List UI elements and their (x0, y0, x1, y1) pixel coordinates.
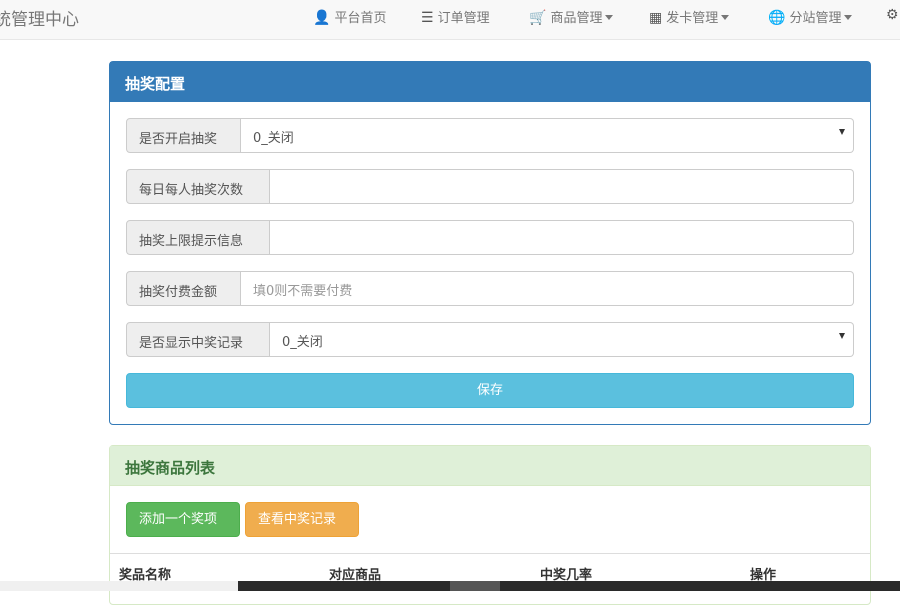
daily-draws-label: 每日每人抽奖次数 (126, 169, 270, 204)
globe-icon: 🌐 (768, 10, 786, 26)
taskbar-segment (450, 581, 500, 591)
user-icon: 👤 (313, 10, 331, 26)
view-records-button[interactable]: 查看中奖记录 (245, 502, 359, 537)
show-records-group: 是否显示中奖记录 0_关闭 (126, 322, 854, 357)
show-records-value: 0_关闭 (282, 335, 323, 350)
caret-down-icon (721, 15, 730, 20)
caret-down-icon (605, 15, 614, 20)
nav-products[interactable]: 🛒 商品管理 (529, 7, 614, 27)
save-button[interactable]: 保存 (126, 373, 854, 408)
daily-draws-group: 每日每人抽奖次数 (126, 169, 854, 204)
limit-message-input[interactable] (270, 220, 854, 255)
select-arrow-icon (839, 333, 845, 339)
caret-down-icon (844, 15, 853, 20)
cart-icon: 🛒 (529, 10, 547, 26)
gear-icon: ⚙ (886, 7, 899, 23)
draw-fee-input[interactable]: 填0则不需要付费 (241, 271, 854, 306)
nav-products-label: 商品管理 (550, 11, 603, 26)
draw-fee-label: 抽奖付费金额 (126, 271, 241, 306)
lottery-config-panel: 抽奖配置 是否开启抽奖 0_关闭 每日每人抽奖次数 抽奖上限提示信息 抽奖付费金… (109, 61, 871, 425)
enable-lottery-label: 是否开启抽奖 (126, 118, 241, 153)
show-records-select[interactable]: 0_关闭 (270, 322, 854, 357)
draw-fee-group: 抽奖付费金额 填0则不需要付费 (126, 271, 854, 306)
daily-draws-input[interactable] (270, 169, 854, 204)
list-icon: ☰ (421, 10, 434, 26)
brand-title[interactable]: 统管理中心 (0, 5, 79, 30)
nav-home[interactable]: 👤 平台首页 (313, 7, 386, 27)
limit-message-label: 抽奖上限提示信息 (126, 220, 270, 255)
config-panel-title: 抽奖配置 (110, 62, 870, 102)
enable-lottery-value: 0_关闭 (253, 131, 294, 146)
enable-lottery-group: 是否开启抽奖 0_关闭 (126, 118, 854, 153)
nav-home-label: 平台首页 (334, 11, 387, 26)
nav-settings[interactable]: ⚙ (886, 7, 900, 27)
prize-panel-title: 抽奖商品列表 (110, 446, 870, 486)
top-navbar: 统管理中心 👤 平台首页 ☰ 订单管理 🛒 商品管理 ▦ 发卡管理 🌐 分站管理 ⚙ (0, 0, 900, 40)
nav-orders-label: 订单管理 (437, 11, 490, 26)
nav-cards[interactable]: ▦ 发卡管理 (649, 7, 730, 27)
add-prize-button[interactable]: 添加一个奖项 (126, 502, 240, 537)
enable-lottery-select[interactable]: 0_关闭 (241, 118, 854, 153)
taskbar (0, 581, 900, 591)
show-records-label: 是否显示中奖记录 (126, 322, 270, 357)
nav-substations-label: 分站管理 (789, 11, 842, 26)
prize-table-header: 奖品名称 对应商品 中奖几率 操作 (110, 553, 870, 583)
select-arrow-icon (839, 129, 845, 135)
nav-orders[interactable]: ☰ 订单管理 (421, 7, 490, 27)
grid-icon: ▦ (649, 10, 663, 26)
nav-substations[interactable]: 🌐 分站管理 (768, 7, 853, 27)
nav-cards-label: 发卡管理 (666, 11, 719, 26)
limit-message-group: 抽奖上限提示信息 (126, 220, 854, 255)
taskbar-segment (0, 581, 238, 591)
